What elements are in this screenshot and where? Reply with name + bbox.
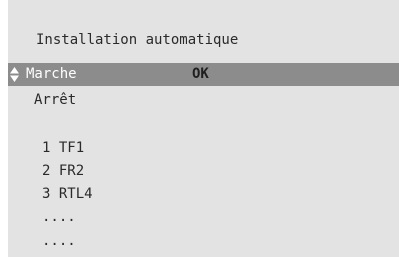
installation-menu-screen: Installation automatique Marche OK Arrêt… (8, 0, 399, 257)
menu-title: Installation automatique (36, 32, 239, 48)
channel-list-item: 1 TF1 (42, 140, 85, 156)
menu-option-label: Marche (26, 66, 77, 82)
status-ok: OK (192, 66, 209, 82)
channel-list-placeholder: .... (42, 233, 76, 249)
channel-list-placeholder: .... (42, 209, 76, 225)
menu-option-marche[interactable]: Marche OK (8, 63, 399, 86)
channel-list-item: 3 RTL4 (42, 186, 93, 202)
channel-list-item: 2 FR2 (42, 163, 85, 179)
up-down-arrows-icon (10, 67, 19, 82)
menu-option-arret[interactable]: Arrêt (34, 91, 76, 109)
